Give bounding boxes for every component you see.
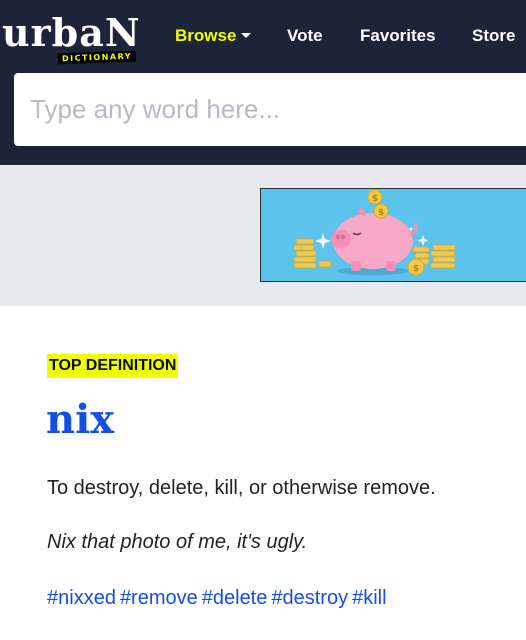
search-input[interactable] bbox=[14, 73, 526, 146]
tag-link[interactable]: #kill bbox=[352, 587, 386, 609]
piggy-bank-illustration: $ $ $ bbox=[293, 189, 456, 276]
nav-browse-label: Browse bbox=[175, 26, 237, 45]
svg-text:$: $ bbox=[413, 264, 419, 274]
nav-browse[interactable]: Browse bbox=[175, 24, 252, 48]
defined-word-link[interactable]: nix bbox=[46, 392, 114, 448]
tag-link[interactable]: #delete bbox=[202, 587, 268, 609]
definition-meaning: To destroy, delete, kill, or otherwise r… bbox=[47, 477, 436, 499]
site-logo[interactable]: urbaN DICTIONARY bbox=[2, 8, 162, 65]
site-header: urbaN DICTIONARY Browse Vote Favorites S… bbox=[0, 0, 526, 165]
top-definition-badge: TOP DEFINITION bbox=[47, 354, 179, 378]
coin-icon: $ bbox=[367, 189, 383, 205]
nav-store[interactable]: Store bbox=[472, 24, 515, 48]
nav-favorites[interactable]: Favorites bbox=[360, 24, 436, 48]
piggy-bank-ad[interactable]: $ $ $ bbox=[260, 188, 526, 282]
definition-example: Nix that photo of me, it's ugly. bbox=[47, 531, 308, 553]
definition-tags: #nixxed #remove #delete #destroy #kill bbox=[47, 584, 391, 612]
tag-link[interactable]: #remove bbox=[120, 587, 198, 609]
caret-down-icon bbox=[241, 32, 252, 38]
svg-text:$: $ bbox=[372, 194, 378, 204]
svg-text:$: $ bbox=[378, 208, 384, 218]
tag-link[interactable]: #destroy bbox=[271, 587, 348, 609]
nav-vote[interactable]: Vote bbox=[287, 24, 323, 48]
tag-link[interactable]: #nixxed bbox=[47, 587, 116, 609]
logo-subtitle: DICTIONARY bbox=[57, 50, 137, 65]
